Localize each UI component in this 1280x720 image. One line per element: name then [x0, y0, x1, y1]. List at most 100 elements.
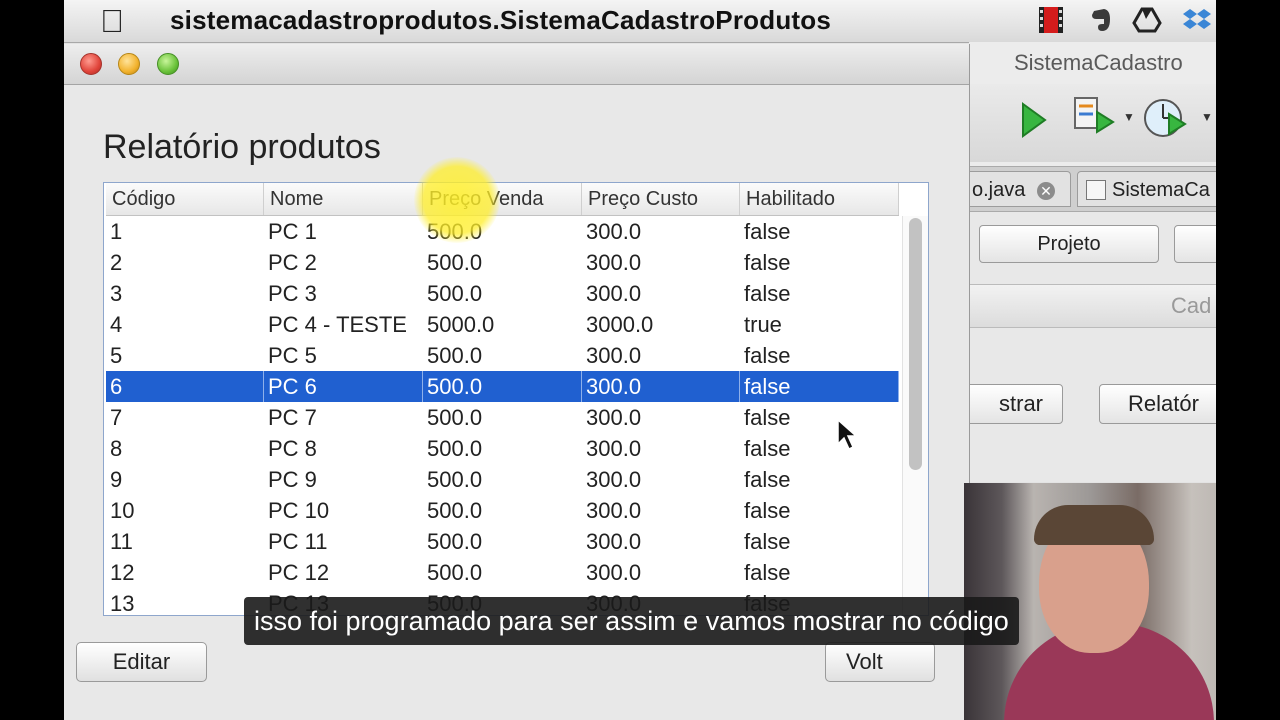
table-cell: 7	[110, 405, 123, 430]
table-cell: 500.0	[427, 281, 483, 306]
table-cell: PC 5	[268, 343, 317, 368]
scrollbar-thumb[interactable]	[909, 218, 922, 470]
products-table[interactable]: Código Nome Preço Venda Preço Custo Habi…	[103, 182, 929, 616]
table-cell: false	[740, 371, 899, 402]
ide-title: SistemaCadastro	[1014, 50, 1183, 75]
table-cell: false	[744, 405, 791, 430]
table-cell: 10	[110, 498, 135, 523]
ide-button[interactable]	[1174, 225, 1216, 263]
table-cell: false	[744, 343, 791, 368]
table-cell: false	[744, 281, 791, 306]
table-cell: 11	[110, 529, 133, 554]
close-icon[interactable]: ✕	[1036, 181, 1055, 200]
close-window-button[interactable]	[80, 53, 102, 75]
table-cell: 500.0	[427, 250, 483, 275]
vertical-scrollbar[interactable]	[902, 216, 928, 615]
projeto-button[interactable]: Projeto	[979, 225, 1159, 263]
table-row[interactable]: 11 PC 11 500.0 300.0 false	[106, 526, 899, 557]
apple-icon[interactable]: 	[100, 4, 124, 38]
table-row[interactable]: 4 PC 4 - TESTE 5000.0 3000.0 true	[106, 309, 899, 340]
table-row[interactable]: 2 PC 2 500.0 300.0 false	[106, 247, 899, 278]
table-cell: 300.0	[582, 371, 740, 402]
ide-tab-sistema[interactable]: SistemaCa	[1077, 171, 1216, 207]
table-row[interactable]: 5 PC 5 500.0 300.0 false	[106, 340, 899, 371]
relatorio-button[interactable]: Relatór	[1099, 384, 1216, 424]
table-cell: 300.0	[586, 405, 642, 430]
table-cell: PC 3	[268, 281, 317, 306]
column-header-codigo[interactable]: Código	[106, 183, 264, 215]
table-cell: PC 12	[268, 560, 330, 585]
mouse-pointer-icon	[837, 418, 858, 451]
google-drive-icon[interactable]	[1132, 5, 1162, 35]
film-icon[interactable]	[1036, 5, 1066, 35]
table-cell: true	[744, 312, 782, 337]
ide-panel: Projeto Cad strar Relatór	[959, 212, 1216, 482]
run-icon[interactable]	[1019, 100, 1049, 140]
table-cell: 300.0	[586, 250, 642, 275]
table-cell: 1	[110, 219, 123, 244]
mostrar-button[interactable]: strar	[959, 384, 1063, 424]
table-row[interactable]: 3 PC 3 500.0 300.0 false	[106, 278, 899, 309]
evernote-icon[interactable]	[1086, 5, 1116, 35]
column-header-preco-custo[interactable]: Preço Custo	[582, 183, 740, 215]
column-header-habilitado[interactable]: Habilitado	[740, 183, 899, 215]
table-cell: 500.0	[427, 436, 483, 461]
table-cell: 300.0	[586, 343, 642, 368]
table-cell: PC 10	[268, 498, 330, 523]
table-cell: 13	[110, 591, 135, 616]
table-cell: 5000.0	[427, 312, 495, 337]
table-header: Código Nome Preço Venda Preço Custo Habi…	[106, 183, 899, 216]
table-row[interactable]: 10 PC 10 500.0 300.0 false	[106, 495, 899, 526]
table-cell: 300.0	[586, 219, 642, 244]
minimize-window-button[interactable]	[118, 53, 140, 75]
page-title: Relatório produtos	[103, 128, 381, 166]
table-cell: 500.0	[427, 498, 483, 523]
table-cell: 12	[110, 560, 135, 585]
table-cell: 3000.0	[586, 312, 654, 337]
table-cell: 300.0	[586, 529, 642, 554]
dialog-title-bar	[64, 44, 969, 85]
menu-bar:  sistemacadastroprodutos.SistemaCadastr…	[64, 0, 1216, 43]
table-cell: 5	[110, 343, 123, 368]
presenter-hair	[1034, 505, 1154, 545]
debug-icon[interactable]	[1073, 94, 1117, 138]
table-row[interactable]: 1PC 1500.0300.0false	[106, 216, 899, 247]
table-cell: 2	[110, 250, 123, 275]
table-cell: 3	[110, 281, 123, 306]
back-button[interactable]: Volt	[825, 642, 935, 682]
table-cell: PC 6	[264, 371, 423, 402]
column-header-nome[interactable]: Nome	[264, 183, 423, 215]
video-subtitle: isso foi programado para ser assim e vam…	[244, 597, 1019, 645]
table-cell: 500.0	[427, 529, 483, 554]
maximize-window-button[interactable]	[157, 53, 179, 75]
table-cell: 500.0	[427, 560, 483, 585]
app-name[interactable]: sistemacadastroprodutos.SistemaCadastroP…	[170, 5, 831, 36]
table-cell: false	[744, 250, 791, 275]
table-cell: 500.0	[427, 343, 483, 368]
table-row[interactable]: 6 PC 6 500.0 300.0 false	[106, 371, 899, 402]
chevron-down-icon[interactable]: ▼	[1123, 110, 1135, 124]
profile-icon[interactable]	[1141, 94, 1189, 142]
table-cell: 300.0	[586, 560, 642, 585]
ide-form-title-bar: Cad	[969, 284, 1216, 328]
cursor-highlight	[414, 157, 500, 243]
table-cell: PC 11	[268, 529, 328, 554]
ide-tab-java[interactable]: o.java ✕	[959, 171, 1071, 207]
ide-tab-label: SistemaCa	[1112, 179, 1210, 201]
table-cell: 8	[110, 436, 123, 461]
ide-form-title: Cad	[1171, 293, 1212, 318]
table-row[interactable]: 8 PC 8 500.0 300.0 false	[106, 433, 899, 464]
table-cell: false	[744, 436, 791, 461]
table-cell: PC 4 - TESTE	[268, 312, 407, 337]
table-row[interactable]: 7 PC 7 500.0 300.0 false	[106, 402, 899, 433]
dropbox-icon[interactable]	[1182, 5, 1212, 35]
table-cell: 300.0	[586, 281, 642, 306]
form-icon	[1086, 180, 1106, 200]
table-cell: false	[744, 467, 791, 492]
chevron-down-icon[interactable]: ▼	[1201, 110, 1213, 124]
screen:  sistemacadastroprodutos.SistemaCadastr…	[64, 0, 1216, 720]
table-cell: 500.0	[427, 467, 483, 492]
edit-button[interactable]: Editar	[76, 642, 207, 682]
table-row[interactable]: 9 PC 9 500.0 300.0 false	[106, 464, 899, 495]
table-row[interactable]: 12 PC 12 500.0 300.0 false	[106, 557, 899, 588]
